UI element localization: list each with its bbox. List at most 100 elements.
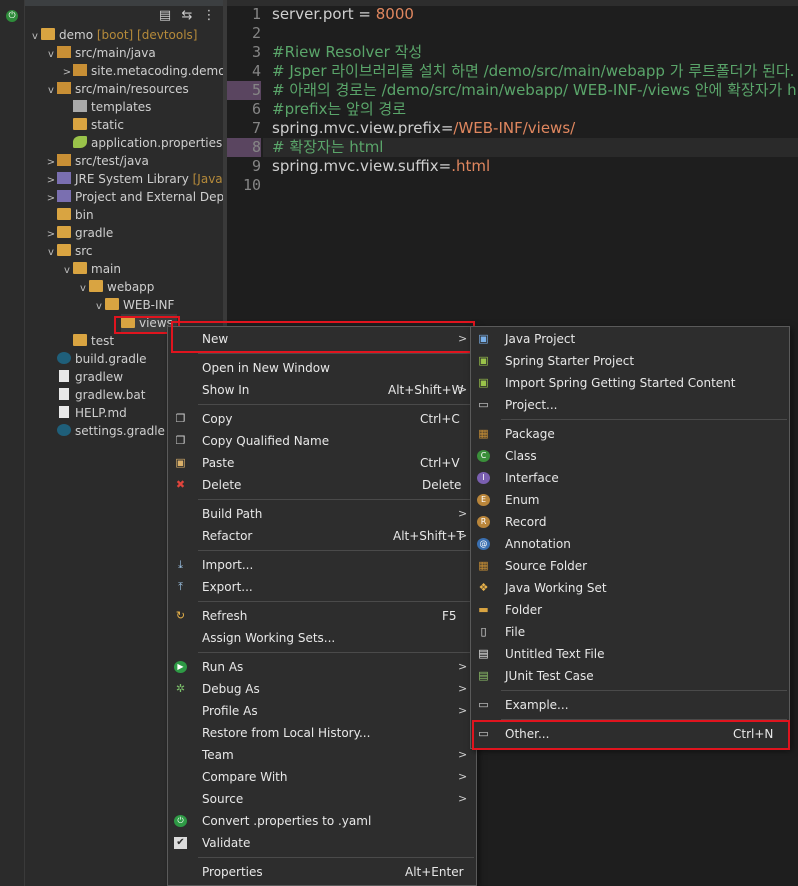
tree-item-src[interactable]: v src [45,242,93,260]
submenu-item-annotation[interactable]: @ Annotation [471,533,789,555]
tree-item-demo[interactable]: v demo [boot] [devtools] [29,26,197,44]
submenu-item-untitled-text-file[interactable]: ▤ Untitled Text File [471,643,789,665]
submenu-item-source-folder[interactable]: ▦ Source Folder [471,555,789,577]
tree-item-src-test-java[interactable]: > src/test/java [45,152,149,170]
menu-item-refresh[interactable]: ↻ Refresh F5 [168,605,476,627]
folder-icon [89,280,103,292]
tree-item-templates[interactable]: templates [73,98,151,116]
menu-item-validate[interactable]: ✔ Validate [168,832,476,854]
menu-label: Untitled Text File [505,647,605,661]
tree-item-build-gradle[interactable]: build.gradle [57,350,147,368]
tree-item-src-main-resources[interactable]: v src/main/resources [45,80,189,98]
chevron-down-icon[interactable]: v [77,280,89,298]
submenu-item-class[interactable]: C Class [471,445,789,467]
menu-item-export[interactable]: ⤒ Export... [168,576,476,598]
submenu-item-java-project[interactable]: ▣ Java Project [471,328,789,350]
menu-item-paste[interactable]: ▣ Paste Ctrl+V [168,452,476,474]
tree-item-gradle[interactable]: > gradle [45,224,113,242]
submenu-item-folder[interactable]: ▬ Folder [471,599,789,621]
link-editor-icon[interactable]: ⇆ [179,8,195,24]
submenu-item-example[interactable]: ▭ Example... [471,694,789,716]
submenu-item-enum[interactable]: E Enum [471,489,789,511]
submenu-item-interface[interactable]: I Interface [471,467,789,489]
submenu-item-spring-import[interactable]: ▣ Import Spring Getting Started Content [471,372,789,394]
code-line[interactable]: server.port = 8000 [272,5,414,24]
import-icon: ⤓ [178,558,183,571]
property-key: spring.mvc.view.prefix= [272,119,454,137]
refresh-icon: ↻ [175,609,186,622]
tree-item-package[interactable]: > site.metacoding.demo [61,62,223,80]
code-line[interactable]: spring.mvc.view.suffix=.html [272,157,490,176]
submenu-item-file[interactable]: ▯ File [471,621,789,643]
markdown-file-icon [59,406,69,418]
comment-line[interactable]: # 확장자는 html [272,138,383,157]
submenu-item-project[interactable]: ▭ Project... [471,394,789,416]
menu-shortcut: Delete [422,478,462,492]
menu-item-source[interactable]: Source > [168,788,476,810]
chevron-right-icon[interactable]: > [45,190,57,208]
tree-item-static[interactable]: static [73,116,124,134]
code-line[interactable]: spring.mvc.view.prefix=/WEB-INF/views/ [272,119,575,138]
menu-item-profile-as[interactable]: Profile As > [168,700,476,722]
chevron-down-icon[interactable]: v [93,298,105,316]
comment-line[interactable]: #prefix는 앞의 경로 [272,100,406,119]
submenu-item-junit-test-case[interactable]: ▤ JUnit Test Case [471,665,789,687]
menu-item-copy-qualified-name[interactable]: ❐ Copy Qualified Name [168,430,476,452]
menu-item-show-in[interactable]: Show In Alt+Shift+W > [168,379,476,401]
menu-label: Run As [202,660,244,674]
menu-item-import[interactable]: ⤓ Import... [168,554,476,576]
tree-item-application-properties[interactable]: application.properties [73,134,222,152]
submenu-item-java-working-set[interactable]: ❖ Java Working Set [471,577,789,599]
menu-label: Interface [505,471,559,485]
comment-line[interactable]: #Riew Resolver 작성 [272,43,422,62]
tree-label: gradlew [75,370,124,384]
menu-item-run-as[interactable]: ▶ Run As > [168,656,476,678]
folder-icon [73,118,87,130]
chevron-down-icon[interactable]: v [45,46,57,64]
tree-item-gradlew[interactable]: gradlew [57,368,123,386]
tree-item-main[interactable]: v main [61,260,121,278]
file-icon [59,388,69,400]
tree-item-dependencies[interactable]: > Project and External Depen [45,188,223,206]
menu-item-refactor[interactable]: Refactor Alt+Shift+T > [168,525,476,547]
view-menu-icon[interactable]: ⋮ [201,8,217,24]
comment-line[interactable]: # 아래의 경로는 /demo/src/main/webapp/ WEB-INF… [272,81,797,100]
menu-item-delete[interactable]: ✖ Delete Delete [168,474,476,496]
tree-label: src [75,244,93,258]
menu-item-copy[interactable]: ❐ Copy Ctrl+C [168,408,476,430]
menu-label: Properties [202,865,263,879]
menu-item-restore-history[interactable]: Restore from Local History... [168,722,476,744]
chevron-down-icon[interactable]: v [61,262,73,280]
menu-item-team[interactable]: Team > [168,744,476,766]
chevron-down-icon[interactable]: v [45,244,57,262]
line-number: 7 [251,119,261,137]
tree-item-help-md[interactable]: HELP.md [57,404,127,422]
folder-icon [57,226,71,238]
menu-item-compare-with[interactable]: Compare With > [168,766,476,788]
chevron-down-icon[interactable]: v [45,82,57,100]
tree-item-jre[interactable]: >JRE System Library [JavaSE [45,170,223,188]
tree-item-test[interactable]: test [73,332,114,350]
submenu-item-record[interactable]: R Record [471,511,789,533]
collapse-all-icon[interactable]: ▤ [157,8,173,24]
chevron-right-icon: > [458,770,468,783]
menu-item-open-new-window[interactable]: Open in New Window [168,357,476,379]
spring-boot-dashboard-icon[interactable]: ⏻ [6,10,18,22]
file-icon: ▯ [480,625,487,638]
project-icon: ▭ [478,398,489,411]
chevron-down-icon[interactable]: v [29,28,41,46]
tree-item-gradlew-bat[interactable]: gradlew.bat [57,386,145,404]
menu-item-build-path[interactable]: Build Path > [168,503,476,525]
tree-item-settings-gradle[interactable]: settings.gradle [57,422,165,440]
tree-item-src-main-java[interactable]: v src/main/java [45,44,156,62]
menu-item-assign-working-sets[interactable]: Assign Working Sets... [168,627,476,649]
submenu-item-package[interactable]: ▦ Package [471,423,789,445]
menu-item-properties[interactable]: Properties Alt+Enter [168,861,476,883]
menu-item-debug-as[interactable]: ✲ Debug As > [168,678,476,700]
menu-item-convert-yaml[interactable]: ⏻ Convert .properties to .yaml [168,810,476,832]
tree-item-webapp[interactable]: v webapp [77,278,154,296]
comment-line[interactable]: # Jsper 라이브러리를 설치 하면 /demo/src/main/weba… [272,62,794,81]
tree-item-bin[interactable]: bin [57,206,94,224]
tree-item-web-inf[interactable]: v WEB-INF [93,296,174,314]
submenu-item-spring-starter[interactable]: ▣ Spring Starter Project [471,350,789,372]
